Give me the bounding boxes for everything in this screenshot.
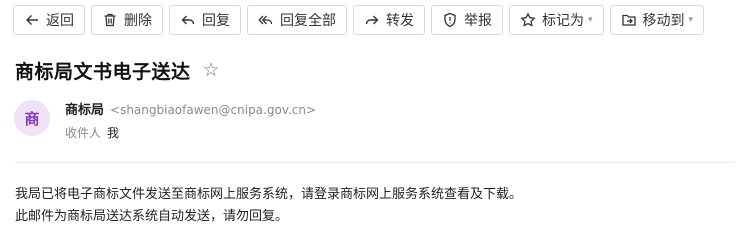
email-toolbar: 返回 删除 回复 回复全部 转发 举报 标记为 ▾ 移动到 ▾: [13, 5, 705, 35]
shield-alert-icon: [442, 12, 458, 28]
delete-label: 删除: [124, 13, 152, 29]
reply-all-icon: [258, 12, 274, 28]
arrow-left-icon: [24, 12, 40, 28]
move-to-dropdown[interactable]: 移动到 ▾: [609, 5, 705, 35]
sender-name[interactable]: 商标局: [65, 99, 104, 118]
forward-icon: [364, 12, 380, 28]
back-label: 返回: [46, 13, 74, 29]
forward-button[interactable]: 转发: [353, 5, 425, 35]
chevron-down-icon: ▾: [688, 15, 694, 25]
reply-all-label: 回复全部: [280, 13, 336, 29]
sender-line: 商标局 <shangbiaofawen@cnipa.gov.cn>: [65, 99, 316, 118]
star-outline-icon: [520, 12, 536, 28]
body-paragraph: 此邮件为商标局送达系统自动发送，请勿回复。: [15, 209, 289, 224]
email-body: 我局已将电子商标文件发送至商标网上服务系统，请登录商标网上服务系统查看及下载。 …: [15, 184, 522, 228]
reply-button[interactable]: 回复: [169, 5, 241, 35]
mark-as-dropdown[interactable]: 标记为 ▾: [509, 5, 604, 35]
reply-all-button[interactable]: 回复全部: [247, 5, 347, 35]
avatar[interactable]: 商: [14, 100, 50, 136]
delete-button[interactable]: 删除: [91, 5, 163, 35]
body-paragraph: 我局已将电子商标文件发送至商标网上服务系统，请登录商标网上服务系统查看及下载。: [15, 187, 523, 202]
subject-row: 商标局文书电子送达 ☆: [15, 57, 220, 84]
recipient-value[interactable]: 我: [107, 124, 119, 141]
reply-icon: [180, 12, 196, 28]
report-label: 举报: [464, 13, 492, 29]
move-to-label: 移动到: [642, 13, 685, 29]
header-divider: [15, 162, 735, 163]
recipient-line: 收件人 我: [65, 124, 316, 141]
report-button[interactable]: 举报: [431, 5, 503, 35]
sender-email[interactable]: <shangbiaofawen@cnipa.gov.cn>: [110, 103, 316, 117]
back-button[interactable]: 返回: [13, 5, 85, 35]
star-outline-icon[interactable]: ☆: [203, 61, 220, 80]
email-subject: 商标局文书电子送达: [15, 61, 191, 83]
recipient-label: 收件人: [65, 126, 102, 140]
reply-label: 回复: [202, 13, 230, 29]
mark-as-label: 标记为: [542, 13, 584, 29]
trash-icon: [102, 12, 118, 28]
folder-move-icon: [621, 12, 637, 28]
sender-block: 商 商标局 <shangbiaofawen@cnipa.gov.cn> 收件人 …: [14, 100, 316, 141]
chevron-down-icon: ▾: [588, 15, 593, 25]
sender-info: 商标局 <shangbiaofawen@cnipa.gov.cn> 收件人 我: [65, 99, 316, 141]
forward-label: 转发: [386, 13, 414, 29]
